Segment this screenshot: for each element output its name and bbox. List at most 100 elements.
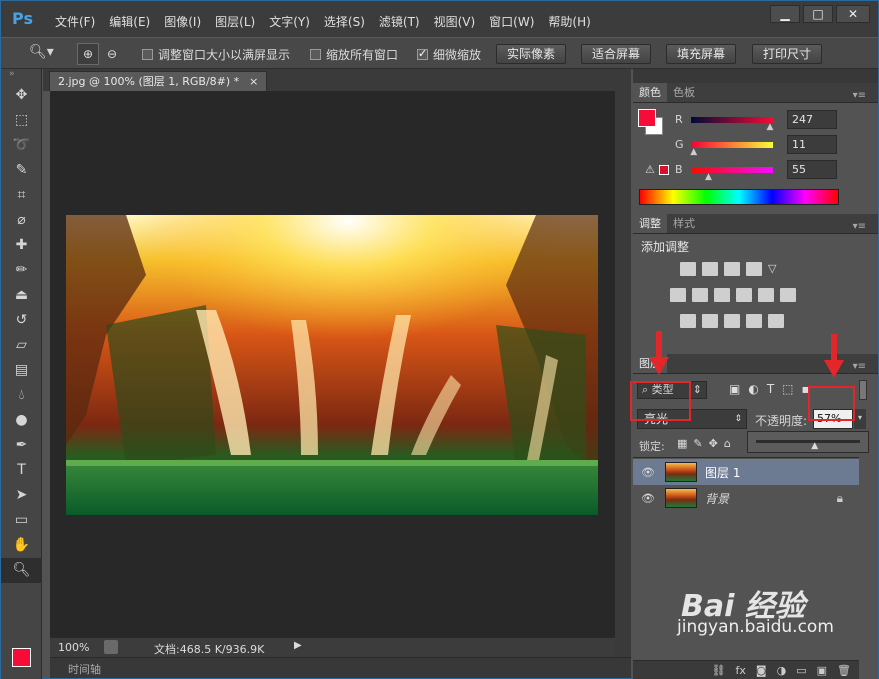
- document-tab[interactable]: 2.jpg @ 100% (图层 1, RGB/8#) * ×: [49, 71, 268, 91]
- red-slider[interactable]: ▲: [691, 116, 773, 132]
- gamut-warning-icon[interactable]: ⚠: [645, 163, 659, 176]
- green-slider[interactable]: ▲: [690, 141, 773, 157]
- shape-tool-icon[interactable]: ▭: [1, 508, 42, 533]
- hue-saturation-icon[interactable]: [670, 288, 686, 302]
- new-adjustment-icon[interactable]: ◑: [777, 664, 787, 677]
- timeline-label[interactable]: 时间轴: [68, 661, 101, 677]
- lock-paint-icon[interactable]: ✎: [693, 437, 702, 450]
- collapse-icon[interactable]: »: [1, 69, 41, 83]
- curves-icon[interactable]: [724, 262, 740, 276]
- document-image[interactable]: [66, 215, 598, 515]
- marquee-tool-icon[interactable]: ⬚: [1, 108, 42, 133]
- crop-tool-icon[interactable]: ⌗: [1, 183, 42, 208]
- scrubby-zoom-option[interactable]: 细微缩放: [417, 46, 481, 63]
- posterize-icon[interactable]: [702, 314, 718, 328]
- print-size-button[interactable]: 打印尺寸: [752, 44, 823, 64]
- lock-transparency-icon[interactable]: ▦: [677, 437, 687, 450]
- hand-tool-icon[interactable]: ✋: [1, 533, 42, 558]
- slider-thumb-icon[interactable]: ▲: [690, 147, 697, 157]
- visibility-eye-icon[interactable]: 👁︎: [641, 492, 659, 505]
- brush-tool-icon[interactable]: ✏: [1, 258, 42, 283]
- scrubby-zoom-checkbox[interactable]: [417, 47, 428, 60]
- invert-icon[interactable]: [680, 314, 696, 328]
- lock-all-icon[interactable]: ⌂: [724, 437, 731, 450]
- layer-row[interactable]: 👁︎ 背景 🔒︎: [633, 485, 859, 511]
- lock-position-icon[interactable]: ✥: [709, 437, 718, 450]
- slider-thumb-icon[interactable]: ▲: [705, 172, 712, 182]
- photo-filter-icon[interactable]: [736, 288, 752, 302]
- blur-tool-icon[interactable]: 💧︎: [1, 383, 42, 408]
- menu-help[interactable]: 帮助(H): [548, 13, 590, 30]
- fit-screen-button[interactable]: 适合屏幕: [581, 44, 652, 64]
- zoom-in-icon[interactable]: ⊕: [77, 43, 99, 65]
- tab-styles[interactable]: 样式: [667, 214, 701, 233]
- shape-filter-icon[interactable]: ⬚: [782, 382, 793, 396]
- gradient-map-icon[interactable]: [768, 314, 784, 328]
- dodge-tool-icon[interactable]: ●: [1, 408, 42, 433]
- fx-icon[interactable]: fx: [736, 664, 746, 677]
- add-mask-icon[interactable]: ◙: [756, 664, 767, 677]
- zoom-out-icon[interactable]: ⊖: [101, 43, 123, 65]
- pen-tool-icon[interactable]: ✒: [1, 433, 42, 458]
- menu-type[interactable]: 文字(Y): [269, 13, 310, 30]
- close-tab-icon[interactable]: ×: [249, 75, 258, 88]
- type-tool-icon[interactable]: T: [1, 458, 42, 483]
- blue-value-field[interactable]: 55: [787, 160, 837, 179]
- foreground-color-swatch[interactable]: [12, 648, 31, 667]
- resize-windows-option[interactable]: 调整窗口大小以满屏显示: [142, 46, 290, 63]
- threshold-icon[interactable]: [724, 314, 740, 328]
- pixel-filter-icon[interactable]: ▣: [729, 382, 740, 396]
- visibility-eye-icon[interactable]: 👁︎: [641, 466, 659, 479]
- opacity-dropdown-icon[interactable]: ▾: [854, 409, 866, 429]
- menu-file[interactable]: 文件(F): [55, 13, 95, 30]
- lasso-tool-icon[interactable]: ➰: [1, 133, 42, 158]
- menu-edit[interactable]: 编辑(E): [109, 13, 150, 30]
- move-tool-icon[interactable]: ✥: [1, 83, 42, 108]
- type-filter-icon[interactable]: T: [767, 382, 774, 396]
- minimize-button[interactable]: ▁: [770, 5, 800, 23]
- opacity-slider-track[interactable]: [756, 440, 860, 443]
- filter-toggle[interactable]: [859, 380, 867, 400]
- gradient-tool-icon[interactable]: ▤: [1, 358, 42, 383]
- quick-select-tool-icon[interactable]: ✎: [1, 158, 42, 183]
- tab-color[interactable]: 颜色: [633, 83, 667, 102]
- new-group-icon[interactable]: ▭: [796, 664, 806, 677]
- zoom-level[interactable]: 100%: [58, 641, 89, 654]
- maximize-button[interactable]: □: [803, 5, 833, 23]
- status-menu-arrow-icon[interactable]: ▶: [294, 640, 302, 651]
- resize-windows-checkbox[interactable]: [142, 49, 153, 60]
- selective-color-icon[interactable]: [746, 314, 762, 328]
- eyedropper-tool-icon[interactable]: ⌀: [1, 208, 42, 233]
- menu-window[interactable]: 窗口(W): [489, 13, 534, 30]
- zoom-all-option[interactable]: 缩放所有窗口: [310, 46, 398, 63]
- opacity-slider-thumb-icon[interactable]: ▲: [811, 441, 818, 451]
- gamut-color-chip[interactable]: [659, 164, 669, 175]
- color-lookup-icon[interactable]: [780, 288, 796, 302]
- vibrance-icon[interactable]: ▽: [768, 262, 784, 276]
- menu-select[interactable]: 选择(S): [324, 13, 365, 30]
- tab-swatches[interactable]: 色板: [667, 83, 701, 102]
- menu-image[interactable]: 图像(I): [164, 13, 201, 30]
- link-layers-icon[interactable]: ⛓: [712, 664, 726, 677]
- zoom-tool-active-icon[interactable]: 🔍︎: [1, 558, 42, 583]
- layer-row-selected[interactable]: 👁︎ 图层 1: [633, 459, 859, 485]
- path-select-tool-icon[interactable]: ➤: [1, 483, 42, 508]
- history-brush-tool-icon[interactable]: ↺: [1, 308, 42, 333]
- close-button[interactable]: ✕: [836, 5, 870, 23]
- new-layer-icon[interactable]: ▣: [817, 664, 827, 677]
- vertical-scrollbar[interactable]: [615, 91, 631, 657]
- zoom-tool-icon[interactable]: 🔍︎▾: [29, 44, 54, 60]
- channel-mixer-icon[interactable]: [758, 288, 774, 302]
- menu-view[interactable]: 视图(V): [434, 13, 476, 30]
- stamp-tool-icon[interactable]: ⏏: [1, 283, 42, 308]
- delete-layer-icon[interactable]: 🗑︎: [837, 664, 851, 677]
- actual-pixels-button[interactable]: 实际像素: [496, 44, 567, 64]
- slider-thumb-icon[interactable]: ▲: [767, 122, 774, 132]
- status-icon[interactable]: [104, 640, 118, 654]
- fill-screen-button[interactable]: 填充屏幕: [666, 44, 737, 64]
- healing-tool-icon[interactable]: ✚: [1, 233, 42, 258]
- zoom-all-checkbox[interactable]: [310, 49, 321, 60]
- tab-adjustments[interactable]: 调整: [633, 214, 667, 233]
- menu-layer[interactable]: 图层(L): [215, 13, 255, 30]
- levels-icon[interactable]: [702, 262, 718, 276]
